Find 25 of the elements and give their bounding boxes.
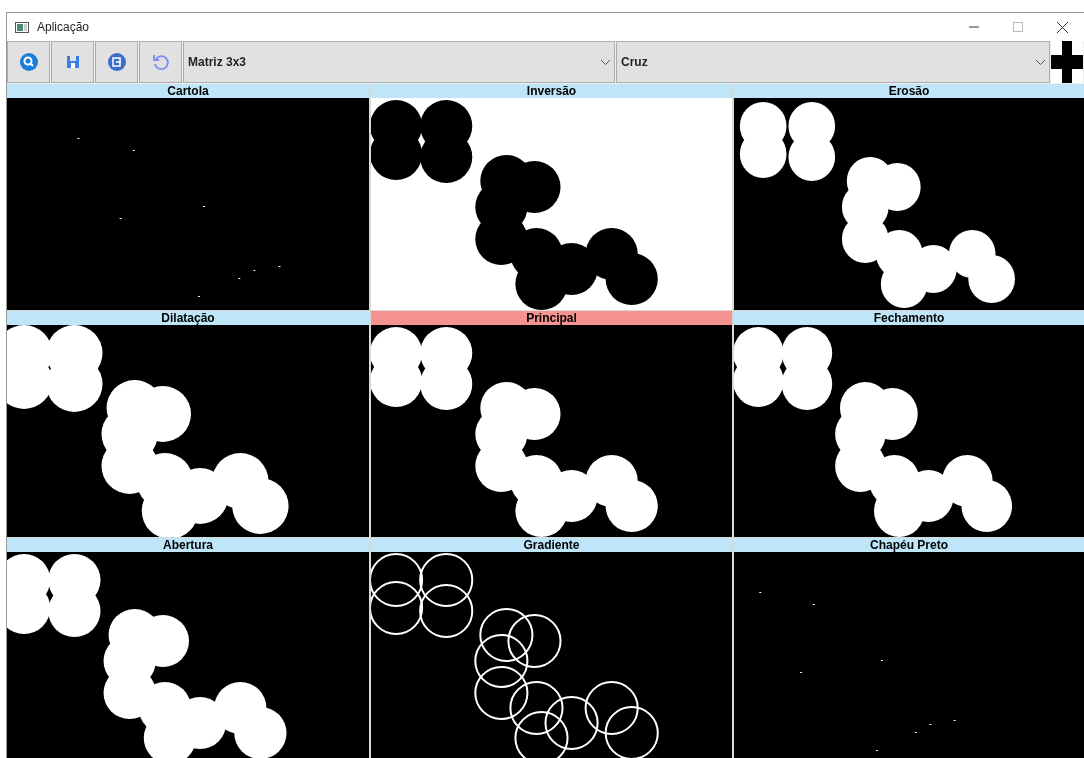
export-button[interactable] <box>95 41 138 83</box>
panel-title: Principal <box>371 311 732 325</box>
panel-title: Fechamento <box>734 311 1084 325</box>
search-button[interactable] <box>7 41 50 83</box>
caret-icon <box>601 59 610 65</box>
panel-title: Abertura <box>7 538 369 552</box>
dropdown[interactable]: Matriz 3x3 <box>183 41 615 83</box>
close-icon <box>1056 21 1068 33</box>
app-icon <box>15 21 29 33</box>
window-title: Aplicação <box>37 19 90 36</box>
export-icon <box>107 53 126 71</box>
caret-icon <box>1036 59 1045 65</box>
panel-title: Dilatação <box>7 311 369 325</box>
save-button[interactable] <box>51 41 94 83</box>
maximize-icon <box>1013 22 1023 32</box>
panel-title: Cartola <box>7 84 369 98</box>
undo-button[interactable] <box>139 41 182 83</box>
panel-title: Erosão <box>734 84 1084 98</box>
floppy-icon <box>65 55 80 69</box>
panel-title: Chapéu Preto <box>734 538 1084 552</box>
panel-title: Inversão <box>371 84 732 98</box>
undo-icon <box>151 53 170 71</box>
panel-title: Gradiente <box>371 538 732 552</box>
dropdown[interactable]: Cruz <box>616 41 1050 83</box>
search-icon <box>19 53 38 71</box>
